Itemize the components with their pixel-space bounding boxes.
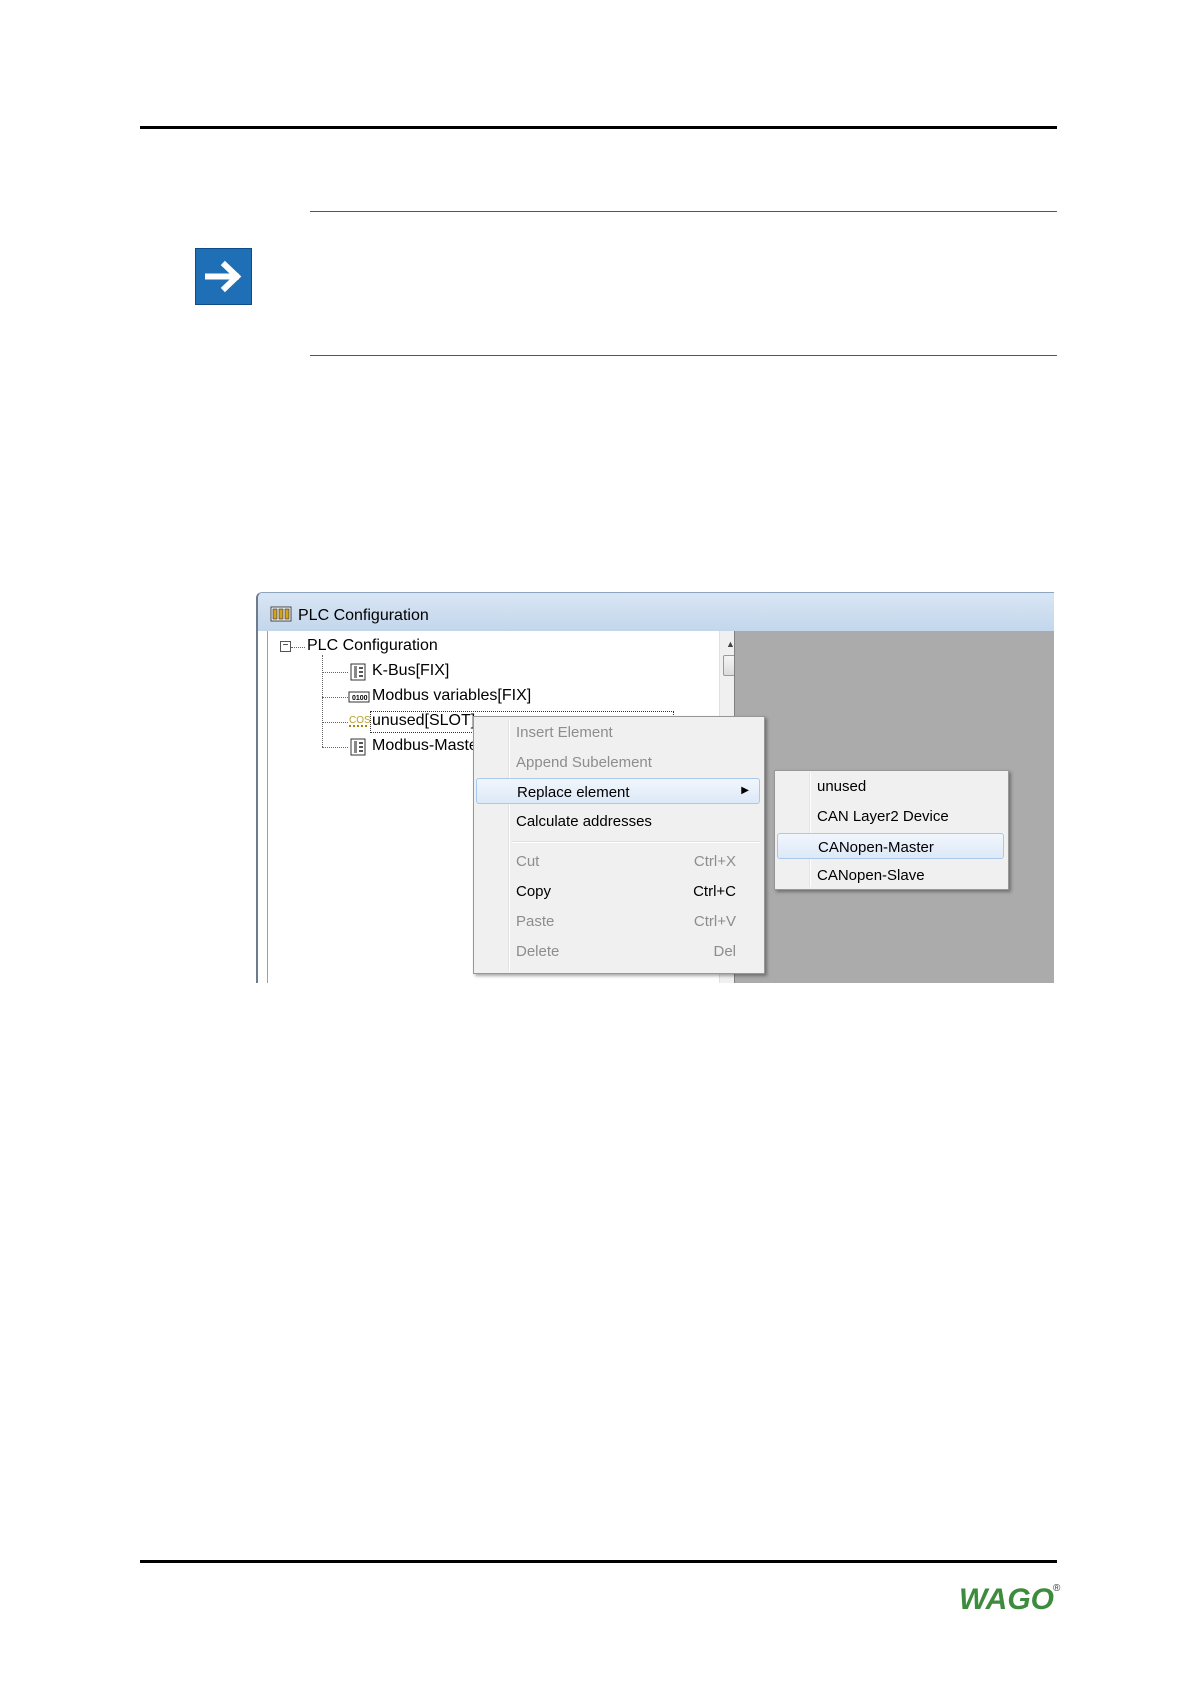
menu-item-delete[interactable]: Delete Del	[476, 938, 760, 964]
footer-rule	[140, 1560, 1057, 1563]
slot-icon: COS	[349, 715, 370, 727]
menu-separator	[512, 841, 760, 843]
submenu-arrow-icon: ▶	[741, 785, 749, 796]
window-title: PLC Configuration	[298, 607, 429, 624]
svg-text:COS: COS	[349, 715, 370, 726]
note-rule-top	[310, 211, 1057, 212]
tree-item-kbus[interactable]: K-Bus[FIX]	[372, 662, 449, 680]
svg-text:0100: 0100	[352, 695, 368, 702]
modbus-master-icon	[350, 738, 366, 756]
svg-text:WAGO: WAGO	[959, 1583, 1054, 1616]
menu-item-cut[interactable]: Cut Ctrl+X	[476, 848, 760, 874]
tree-item-unused-slot[interactable]: unused[SLOT]	[372, 712, 475, 730]
kbus-module-icon	[350, 663, 366, 681]
menu-item-insert-element[interactable]: Insert Element	[476, 719, 760, 745]
tree-item-modbus-variables[interactable]: Modbus variables[FIX]	[372, 687, 531, 705]
tree-root[interactable]: PLC Configuration	[307, 637, 438, 655]
wago-logo: WAGO ®	[959, 1583, 1061, 1616]
window-titlebar: PLC Configuration	[258, 593, 1054, 631]
menu-item-calculate-addresses[interactable]: Calculate addresses	[476, 808, 760, 834]
svg-text:®: ®	[1053, 1583, 1061, 1594]
submenu-item-unused[interactable]: unused	[777, 773, 1004, 799]
menu-item-copy[interactable]: Copy Ctrl+C	[476, 878, 760, 904]
note-arrow-icon	[195, 248, 252, 305]
menu-item-paste[interactable]: Paste Ctrl+V	[476, 908, 760, 934]
context-menu: Insert Element Append Subelement Replace…	[473, 716, 765, 974]
plc-config-icon	[270, 606, 292, 622]
modbus-variables-icon: 0100	[348, 691, 370, 703]
replace-element-submenu: unused CAN Layer2 Device CANopen-Master …	[774, 770, 1009, 890]
submenu-item-canopen-slave[interactable]: CANopen-Slave	[777, 862, 1004, 888]
menu-item-append-subelement[interactable]: Append Subelement	[476, 749, 760, 775]
header-rule	[140, 126, 1057, 129]
menu-item-replace-element[interactable]: Replace element ▶	[476, 778, 760, 804]
tree-item-modbus-master[interactable]: Modbus-Maste	[372, 737, 478, 755]
submenu-item-canopen-master[interactable]: CANopen-Master	[777, 833, 1004, 859]
collapse-toggle-icon[interactable]: −	[280, 641, 291, 652]
note-rule-bottom	[310, 355, 1057, 356]
submenu-item-can-layer2-device[interactable]: CAN Layer2 Device	[777, 803, 1004, 829]
